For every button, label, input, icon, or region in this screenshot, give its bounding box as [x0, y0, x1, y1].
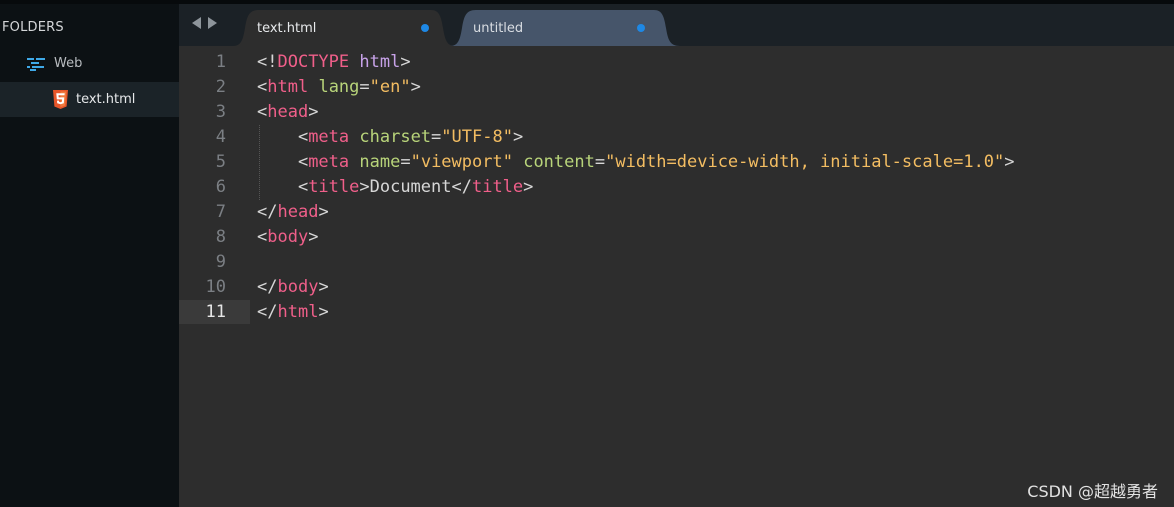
line-number: 4 — [215, 127, 226, 147]
sidebar: FOLDERS Web text.html — [0, 0, 179, 507]
code-token: name — [359, 152, 401, 172]
code-token: meta — [308, 152, 350, 172]
code-line[interactable]: </body> — [257, 275, 329, 300]
code-token: < — [257, 177, 309, 197]
code-line[interactable]: <head> — [257, 100, 318, 125]
code-token: content — [523, 152, 595, 172]
code-token: < — [257, 227, 268, 247]
code-token: > — [308, 227, 319, 247]
code-line[interactable]: <title>Document</title> — [257, 175, 533, 200]
code-token: = — [400, 152, 411, 172]
code-token: > — [308, 102, 319, 122]
code-token: </ — [257, 302, 278, 322]
line-number: 3 — [215, 102, 226, 122]
code-token: </ — [257, 202, 278, 222]
code-token: < — [257, 77, 268, 97]
line-number: 5 — [215, 152, 226, 172]
line-number: 2 — [215, 77, 226, 97]
tab-untitled[interactable]: untitled — [450, 10, 680, 46]
file-name: text.html — [76, 92, 136, 107]
code-token: html — [359, 52, 401, 72]
sidebar-top-border — [0, 0, 179, 4]
code-token: < — [257, 102, 268, 122]
code-token: body — [267, 227, 309, 247]
code-token: "viewport" — [410, 152, 513, 172]
folder-tree-icon — [27, 58, 45, 71]
code-token: body — [277, 277, 319, 297]
code-token: lang — [318, 77, 360, 97]
code-token: > — [318, 302, 329, 322]
code-token: "en" — [369, 77, 411, 97]
code-line[interactable]: <body> — [257, 225, 318, 250]
watermark: CSDN @超越勇者 — [1027, 482, 1158, 501]
line-number: 7 — [215, 202, 226, 222]
line-number: 9 — [215, 252, 226, 272]
arrow-right-icon[interactable] — [207, 16, 219, 30]
code-token: meta — [308, 127, 350, 147]
line-number: 11 — [205, 302, 226, 322]
folders-heading: FOLDERS — [2, 20, 64, 35]
line-number: 6 — [215, 177, 226, 197]
code-token: >Document</ — [359, 177, 472, 197]
code-token: > — [410, 77, 421, 97]
code-token: > — [523, 177, 534, 197]
code-token: html — [267, 77, 309, 97]
code-token: > — [512, 127, 524, 147]
folder-name: Web — [54, 56, 83, 71]
modified-dot-icon — [637, 24, 645, 32]
code-token: title — [308, 177, 360, 197]
code-line[interactable]: <!DOCTYPE html> — [257, 50, 411, 75]
code-token: > — [400, 52, 411, 72]
code-token: = — [594, 152, 606, 172]
line-number: 8 — [215, 227, 226, 247]
tab-label: text.html — [257, 21, 317, 36]
tab-navigation — [190, 16, 224, 32]
tab-label: untitled — [473, 21, 524, 36]
code-token: > — [318, 277, 329, 297]
line-number: 1 — [215, 52, 226, 72]
code-line[interactable]: </html> — [257, 300, 329, 325]
code-token: < — [257, 152, 309, 172]
code-token: > — [1004, 152, 1015, 172]
code-token: </ — [257, 277, 278, 297]
code-token: "width=device-width, initial-scale=1.0" — [605, 152, 1005, 172]
code-token: <! — [257, 52, 278, 72]
code-token: > — [318, 202, 329, 222]
code-line[interactable]: <html lang="en"> — [257, 75, 421, 100]
code-token: charset — [359, 127, 432, 147]
code-token: html — [277, 302, 319, 322]
code-token: "UTF-8" — [441, 127, 513, 147]
code-token: = — [359, 77, 370, 97]
sidebar-folder-web[interactable]: Web — [0, 50, 179, 78]
sidebar-file-text-html[interactable]: text.html — [0, 82, 179, 117]
code-token: DOCTYPE — [277, 52, 350, 72]
code-token: head — [277, 202, 319, 222]
line-number: 10 — [205, 277, 226, 297]
tab-text-html[interactable]: text.html — [233, 10, 455, 46]
code-token: title — [471, 177, 524, 197]
html5-icon — [53, 90, 68, 109]
code-line[interactable]: <meta charset="UTF-8"> — [257, 125, 523, 150]
code-token: = — [431, 127, 442, 147]
code-token: < — [257, 127, 309, 147]
code-token: head — [267, 102, 309, 122]
code-line[interactable]: <meta name="viewport" content="width=dev… — [257, 150, 1015, 175]
code-line[interactable]: </head> — [257, 200, 329, 225]
arrow-left-icon[interactable] — [190, 16, 202, 30]
modified-dot-icon — [421, 24, 429, 32]
